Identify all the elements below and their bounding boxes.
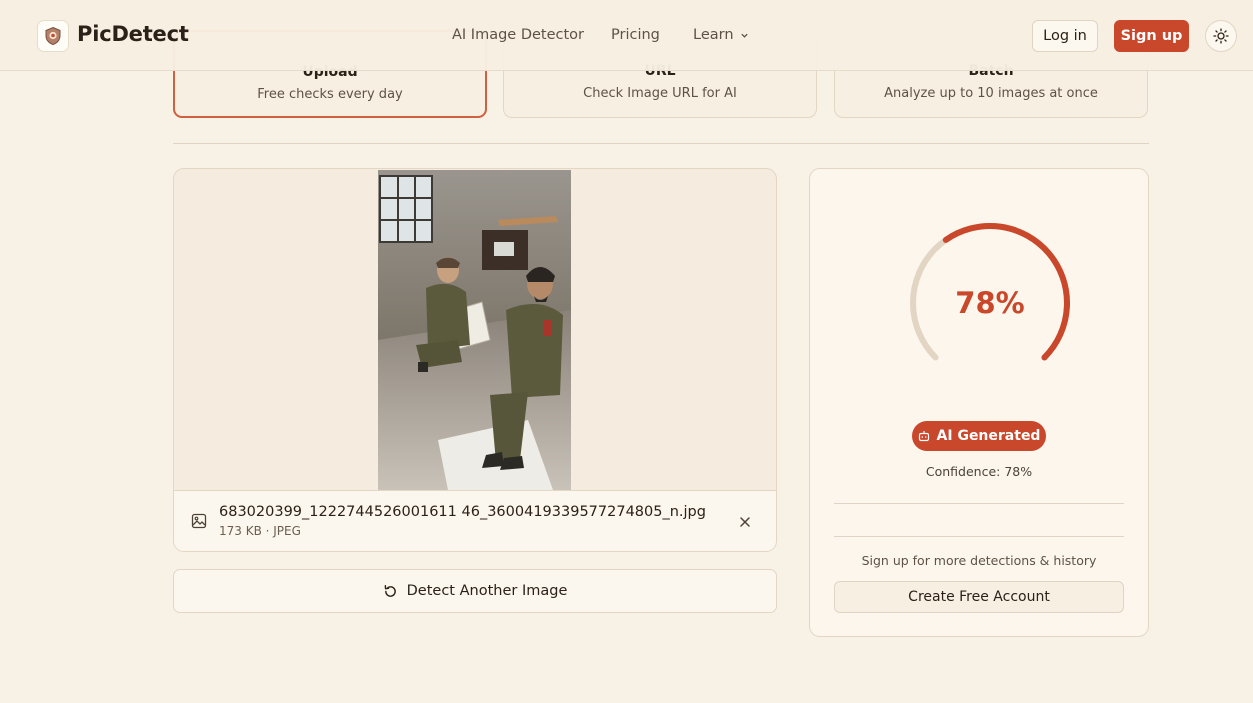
rotate-ccw-icon	[384, 584, 396, 597]
remove-file-button[interactable]	[736, 513, 754, 531]
section-divider	[173, 143, 1149, 144]
image-icon	[191, 513, 207, 529]
mode-desc: Check Image URL for AI	[583, 86, 737, 101]
nav-ai-image-detector[interactable]: AI Image Detector	[452, 27, 584, 43]
image-preview-panel: 683020399_1222744526001611 46_3600419339…	[173, 168, 777, 552]
verdict-label: AI Generated	[936, 428, 1041, 444]
create-free-account-button[interactable]: Create Free Account	[834, 581, 1124, 613]
file-meta: 173 KB · JPEG	[219, 524, 301, 538]
result-panel: 78% AI Generated Confidence: 78% Sign up…	[809, 168, 1149, 637]
signup-button[interactable]: Sign up	[1114, 20, 1189, 52]
file-info-bar: 683020399_1222744526001611 46_3600419339…	[174, 490, 776, 551]
divider	[834, 503, 1124, 504]
robot-icon	[918, 431, 929, 442]
chevron-down-icon	[740, 33, 748, 38]
uploaded-image-preview	[378, 170, 571, 490]
logo-icon[interactable]	[37, 20, 69, 52]
sun-icon	[1213, 28, 1229, 44]
divider	[834, 536, 1124, 537]
mode-desc: Free checks every day	[257, 87, 403, 102]
file-name: 683020399_1222744526001611 46_3600419339…	[219, 504, 706, 520]
top-header: PicDetect AI Image Detector Pricing Lear…	[0, 0, 1253, 71]
mode-desc: Analyze up to 10 images at once	[884, 86, 1098, 101]
detect-another-image-button[interactable]: Detect Another Image	[173, 569, 777, 613]
nav-pricing[interactable]: Pricing	[611, 27, 660, 43]
theme-toggle-button[interactable]	[1205, 20, 1237, 52]
nav-learn-label: Learn	[693, 27, 734, 43]
detect-another-label: Detect Another Image	[406, 583, 568, 599]
confidence-text: Confidence: 78%	[925, 464, 1033, 479]
signup-note: Sign up for more detections & history	[861, 553, 1097, 568]
verdict-badge: AI Generated	[912, 421, 1046, 451]
score-value: 78%	[955, 286, 1025, 320]
brand-name[interactable]: PicDetect	[77, 22, 189, 46]
nav-learn[interactable]: Learn	[693, 27, 749, 43]
close-icon	[740, 517, 750, 527]
login-button[interactable]: Log in	[1032, 20, 1098, 52]
